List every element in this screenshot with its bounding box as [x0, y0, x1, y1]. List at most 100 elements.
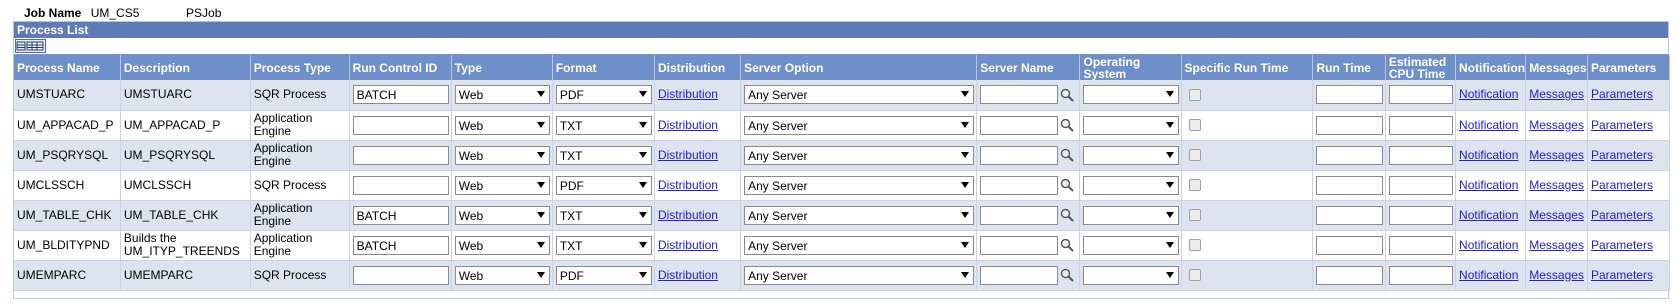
operating-system-select[interactable] [1083, 85, 1179, 105]
search-icon[interactable] [1060, 268, 1075, 282]
distribution-link[interactable]: Distribution [658, 148, 718, 162]
type-select[interactable]: Web [454, 145, 550, 165]
search-icon[interactable] [1060, 148, 1075, 162]
specific-run-time-checkbox[interactable] [1188, 239, 1201, 252]
distribution-link[interactable]: Distribution [658, 208, 718, 222]
notification-link[interactable]: Notification [1459, 208, 1518, 222]
notification-link[interactable]: Notification [1459, 87, 1518, 101]
column-header-estimated-cpu-time[interactable]: Estimated CPU Time [1385, 55, 1457, 80]
type-select[interactable]: Web [454, 85, 550, 105]
format-select[interactable]: PDF [555, 175, 652, 195]
format-select[interactable]: TXT [555, 235, 652, 255]
format-select[interactable]: TXT [555, 145, 652, 165]
column-header-server-option[interactable]: Server Option [740, 55, 978, 80]
messages-link[interactable]: Messages [1529, 178, 1584, 192]
parameters-link[interactable]: Parameters [1591, 208, 1653, 222]
estimated-cpu-time-input[interactable] [1388, 265, 1454, 285]
specific-run-time-checkbox[interactable] [1188, 119, 1201, 132]
type-select[interactable]: Web [454, 265, 550, 285]
column-header-process-name[interactable]: Process Name [14, 55, 121, 80]
format-select[interactable]: PDF [555, 85, 652, 105]
run-control-id-input[interactable] [352, 115, 449, 135]
notification-link[interactable]: Notification [1459, 178, 1518, 192]
messages-link[interactable]: Messages [1529, 268, 1584, 282]
specific-run-time-checkbox[interactable] [1188, 269, 1201, 282]
server-option-select[interactable]: Any Server [744, 85, 975, 105]
messages-link[interactable]: Messages [1529, 208, 1584, 222]
search-icon[interactable] [1060, 88, 1075, 102]
type-select[interactable]: Web [454, 115, 550, 135]
search-icon[interactable] [1060, 118, 1075, 132]
parameters-link[interactable]: Parameters [1591, 118, 1653, 132]
run-time-input[interactable] [1316, 265, 1383, 285]
operating-system-select[interactable] [1083, 235, 1179, 255]
run-control-id-input[interactable] [352, 145, 449, 165]
run-time-input[interactable] [1316, 205, 1383, 225]
notification-link[interactable]: Notification [1459, 148, 1518, 162]
parameters-link[interactable]: Parameters [1591, 238, 1653, 252]
run-time-input[interactable] [1316, 175, 1383, 195]
type-select[interactable]: Web [454, 175, 550, 195]
operating-system-select[interactable] [1083, 175, 1179, 195]
estimated-cpu-time-input[interactable] [1388, 145, 1454, 165]
server-name-input[interactable] [980, 235, 1059, 255]
notification-link[interactable]: Notification [1459, 118, 1518, 132]
run-control-id-input[interactable] [352, 175, 449, 195]
specific-run-time-checkbox[interactable] [1188, 89, 1201, 102]
specific-run-time-checkbox[interactable] [1188, 149, 1201, 162]
run-time-input[interactable] [1316, 115, 1383, 135]
format-select[interactable]: TXT [555, 205, 652, 225]
operating-system-select[interactable] [1083, 265, 1179, 285]
column-header-format[interactable]: Format [552, 55, 655, 80]
estimated-cpu-time-input[interactable] [1388, 175, 1454, 195]
parameters-link[interactable]: Parameters [1591, 268, 1653, 282]
server-option-select[interactable]: Any Server [744, 265, 975, 285]
column-header-description[interactable]: Description [120, 55, 251, 80]
column-header-distribution[interactable]: Distribution [654, 55, 742, 80]
server-name-input[interactable] [980, 175, 1059, 195]
server-option-select[interactable]: Any Server [744, 175, 975, 195]
distribution-link[interactable]: Distribution [658, 238, 718, 252]
parameters-link[interactable]: Parameters [1591, 178, 1653, 192]
server-name-input[interactable] [980, 145, 1059, 165]
distribution-link[interactable]: Distribution [658, 268, 718, 282]
run-control-id-input[interactable]: BATCH [352, 205, 449, 225]
notification-link[interactable]: Notification [1459, 238, 1518, 252]
distribution-link[interactable]: Distribution [658, 87, 718, 101]
notification-link[interactable]: Notification [1459, 268, 1518, 282]
estimated-cpu-time-input[interactable] [1388, 235, 1454, 255]
server-name-input[interactable] [980, 85, 1059, 105]
estimated-cpu-time-input[interactable] [1388, 85, 1454, 105]
estimated-cpu-time-input[interactable] [1388, 115, 1454, 135]
run-control-id-input[interactable]: BATCH [352, 235, 449, 255]
distribution-link[interactable]: Distribution [658, 118, 718, 132]
column-header-run-time[interactable]: Run Time [1312, 55, 1386, 80]
specific-run-time-checkbox[interactable] [1188, 209, 1201, 222]
parameters-link[interactable]: Parameters [1591, 87, 1653, 101]
column-header-notification[interactable]: Notification [1455, 55, 1527, 80]
operating-system-select[interactable] [1083, 145, 1179, 165]
grid-view-icon[interactable] [15, 39, 46, 53]
column-header-operating-system[interactable]: Operating System [1079, 55, 1182, 80]
run-time-input[interactable] [1316, 235, 1383, 255]
specific-run-time-checkbox[interactable] [1188, 179, 1201, 192]
server-name-input[interactable] [980, 205, 1059, 225]
messages-link[interactable]: Messages [1529, 118, 1584, 132]
column-header-server-name[interactable]: Server Name [976, 55, 1081, 80]
column-header-run-control-id[interactable]: Run Control ID [349, 55, 452, 80]
column-header-messages[interactable]: Messages [1525, 55, 1588, 80]
search-icon[interactable] [1060, 178, 1075, 192]
messages-link[interactable]: Messages [1529, 238, 1584, 252]
column-header-parameters[interactable]: Parameters [1587, 55, 1671, 80]
server-option-select[interactable]: Any Server [744, 115, 975, 135]
server-name-input[interactable] [980, 115, 1059, 135]
column-header-process-type[interactable]: Process Type [250, 55, 350, 80]
estimated-cpu-time-input[interactable] [1388, 205, 1454, 225]
server-option-select[interactable]: Any Server [744, 145, 975, 165]
operating-system-select[interactable] [1083, 205, 1179, 225]
type-select[interactable]: Web [454, 235, 550, 255]
format-select[interactable]: TXT [555, 115, 652, 135]
format-select[interactable]: PDF [555, 265, 652, 285]
distribution-link[interactable]: Distribution [658, 178, 718, 192]
server-name-input[interactable] [980, 265, 1059, 285]
